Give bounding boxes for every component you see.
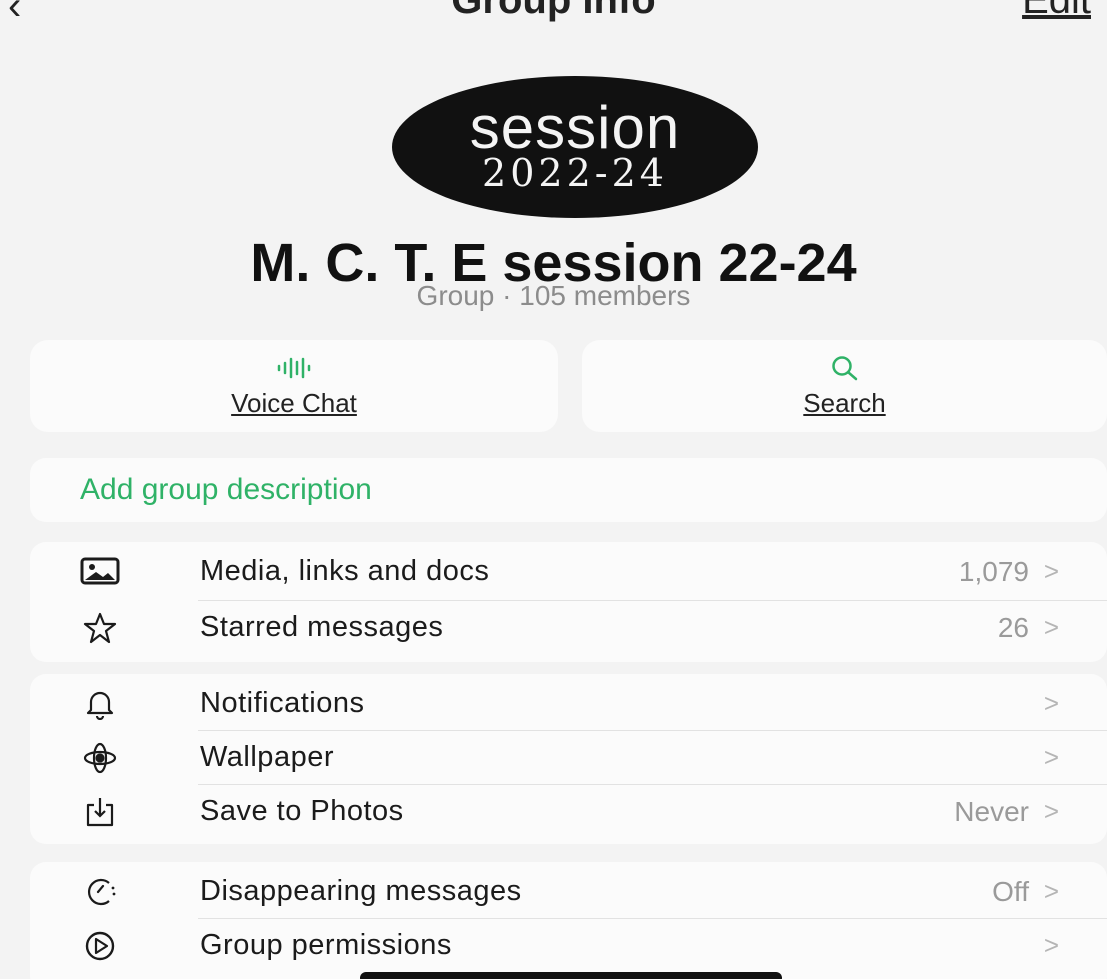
list-item-notifications[interactable]: Notifications > bbox=[30, 676, 1107, 732]
settings-section: Notifications > Wallpaper > Save to Phot… bbox=[30, 674, 1107, 844]
avatar-text-line1: session bbox=[469, 94, 681, 161]
search-label: Search bbox=[803, 387, 886, 418]
list-item-label: Disappearing messages bbox=[200, 875, 522, 907]
list-item-starred-messages[interactable]: Starred messages 26 > bbox=[30, 600, 1107, 656]
list-item-group-permissions[interactable]: Group permissions > bbox=[30, 918, 1107, 974]
bell-icon bbox=[78, 682, 122, 726]
save-to-photos-icon bbox=[78, 790, 122, 834]
voice-chat-label: Voice Chat bbox=[231, 387, 357, 418]
media-icon bbox=[78, 550, 122, 594]
chevron-right-icon: > bbox=[1043, 876, 1059, 906]
list-item-save-to-photos[interactable]: Save to Photos Never > bbox=[30, 784, 1107, 840]
chevron-right-icon: > bbox=[1043, 930, 1059, 960]
avatar-text-line2: 2022-24 bbox=[482, 151, 668, 195]
voice-chat-icon bbox=[274, 354, 314, 382]
chevron-right-icon: > bbox=[1043, 688, 1059, 718]
media-section: Media, links and docs 1,079 > Starred me… bbox=[30, 542, 1107, 662]
list-item-media-links-docs[interactable]: Media, links and docs 1,079 > bbox=[30, 544, 1107, 600]
group-member-count: Group · 105 members bbox=[416, 280, 691, 311]
wallpaper-icon bbox=[78, 736, 122, 780]
chevron-right-icon: > bbox=[1043, 742, 1059, 772]
privacy-section: Disappearing messages Off > Group permis… bbox=[30, 862, 1107, 979]
search-button[interactable]: Search bbox=[582, 340, 1107, 432]
permissions-icon bbox=[78, 924, 122, 968]
list-item-disappearing-messages[interactable]: Disappearing messages Off > bbox=[30, 864, 1107, 920]
chevron-right-icon: > bbox=[1043, 556, 1059, 586]
group-info-screen: ‹ Group Info Edit session 2022-24 M. C. … bbox=[0, 0, 1107, 979]
add-group-description-button[interactable]: Add group description bbox=[30, 458, 1107, 522]
chevron-right-icon: > bbox=[1043, 796, 1059, 826]
list-item-label: Notifications bbox=[200, 687, 365, 719]
list-item-label: Save to Photos bbox=[200, 795, 404, 827]
chevron-right-icon: > bbox=[1043, 612, 1059, 642]
voice-chat-button[interactable]: Voice Chat bbox=[30, 340, 558, 432]
starred-count: 26 bbox=[997, 612, 1029, 643]
edit-button[interactable]: Edit bbox=[1022, 0, 1091, 23]
media-count: 1,079 bbox=[958, 556, 1029, 587]
timer-icon bbox=[78, 870, 122, 914]
home-indicator bbox=[360, 972, 782, 979]
disappearing-messages-value: Off bbox=[992, 876, 1029, 907]
star-icon bbox=[78, 606, 122, 650]
nav-title: Group Info bbox=[451, 0, 656, 22]
list-item-wallpaper[interactable]: Wallpaper > bbox=[30, 730, 1107, 786]
add-group-description-label: Add group description bbox=[80, 473, 372, 506]
group-avatar[interactable]: session 2022-24 bbox=[392, 76, 758, 218]
list-item-label: Wallpaper bbox=[200, 741, 334, 773]
save-to-photos-value: Never bbox=[954, 796, 1029, 827]
search-icon bbox=[830, 354, 860, 382]
list-item-label: Starred messages bbox=[200, 611, 444, 643]
list-item-label: Group permissions bbox=[200, 929, 452, 961]
list-item-label: Media, links and docs bbox=[200, 555, 490, 587]
